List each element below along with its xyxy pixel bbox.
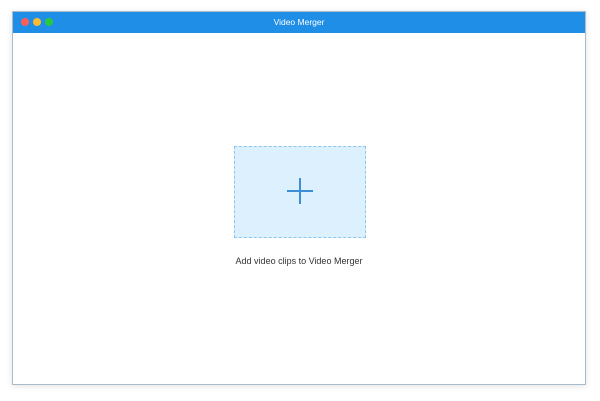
- window-title: Video Merger: [273, 17, 325, 27]
- add-clips-dropzone[interactable]: [234, 146, 366, 238]
- title-bar[interactable]: Video Merger: [13, 12, 585, 33]
- app-window: Video Merger Add video clips to Video Me…: [12, 11, 586, 385]
- add-clips-label: Add video clips to Video Merger: [235, 256, 363, 266]
- main-content: Add video clips to Video Merger: [13, 33, 585, 384]
- plus-icon: [287, 178, 313, 204]
